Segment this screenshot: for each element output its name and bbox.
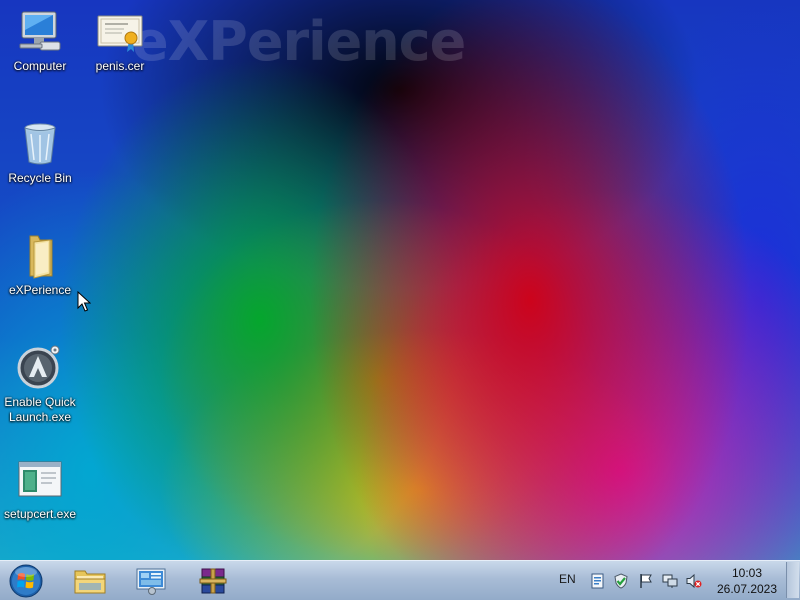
mouse-cursor-icon: [77, 291, 91, 312]
desktop-icon-label: penis.cer: [95, 59, 145, 73]
show-desktop-button[interactable]: [786, 562, 799, 598]
control-panel-icon: [136, 568, 166, 595]
start-button[interactable]: [6, 562, 46, 600]
computer-icon: [16, 8, 64, 56]
taskbar-app-explorer[interactable]: [64, 563, 116, 599]
desktop-icon-label: setupcert.exe: [3, 507, 77, 521]
desktop-icon-computer[interactable]: Computer: [0, 8, 80, 74]
desktop-icon-quick-launch[interactable]: Enable Quick Launch.exe: [0, 344, 80, 425]
language-indicator[interactable]: EN: [559, 572, 576, 586]
clock-time: 10:03: [731, 566, 763, 580]
taskbar-app-winrar[interactable]: [187, 563, 239, 599]
certificate-icon: [96, 8, 144, 56]
wallpaper-watermark: eXPerience: [132, 10, 466, 73]
desktop-icon-label: Computer: [13, 59, 67, 73]
document-icon[interactable]: [590, 573, 606, 589]
taskbar: EN 10:03 26.07.2023: [0, 560, 800, 600]
windows-orb-icon: [9, 564, 43, 598]
clock-date: 26.07.2023: [716, 582, 778, 596]
speaker-muted-icon[interactable]: [686, 573, 702, 589]
desktop-icon-folder[interactable]: eXPerience: [0, 232, 80, 298]
taskbar-app-control-panel[interactable]: [125, 563, 177, 599]
desktop-icon-label: Recycle Bin: [8, 171, 72, 185]
folder-icon: [16, 232, 64, 280]
recycle-bin-icon: [16, 120, 64, 168]
quick-launch-icon: [16, 344, 64, 392]
shield-check-icon[interactable]: [613, 573, 629, 589]
winrar-icon: [199, 568, 227, 594]
flag-icon[interactable]: [638, 573, 654, 589]
desktop-icon-setupcert[interactable]: setupcert.exe: [0, 456, 80, 522]
desktop-icon-label: eXPerience: [8, 283, 72, 297]
setup-window-icon: [16, 456, 64, 504]
desktop[interactable]: eXPerience Computer penis.cer Recycle Bi…: [0, 0, 800, 560]
desktop-icon-label: Enable Quick Launch.exe: [4, 395, 76, 424]
desktop-icon-recycle-bin[interactable]: Recycle Bin: [0, 120, 80, 186]
desktop-icon-certificate[interactable]: penis.cer: [80, 8, 160, 74]
explorer-folder-icon: [74, 570, 106, 594]
network-icon[interactable]: [662, 573, 678, 589]
taskbar-clock[interactable]: 10:03 26.07.2023: [710, 565, 784, 597]
